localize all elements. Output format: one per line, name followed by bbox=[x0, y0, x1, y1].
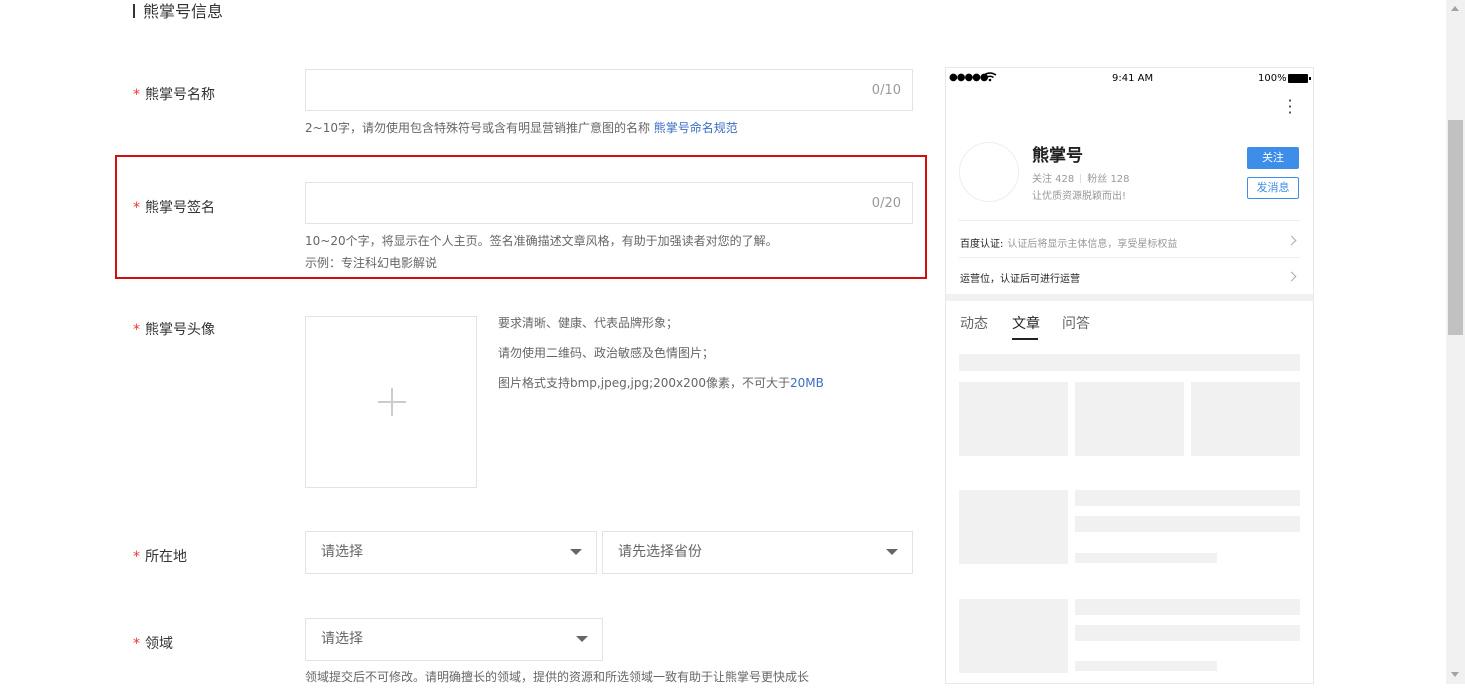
chevron-right-icon bbox=[1286, 271, 1297, 282]
name-input[interactable]: 0/10 bbox=[305, 69, 913, 111]
skeleton bbox=[1075, 625, 1300, 641]
tab-articles[interactable]: 文章 bbox=[1012, 313, 1040, 333]
chevron-down-icon bbox=[576, 636, 588, 642]
name-label: * 熊掌号名称 bbox=[133, 87, 215, 103]
follow-button[interactable]: 关注 bbox=[1247, 147, 1299, 169]
skeleton bbox=[1191, 382, 1300, 456]
profile-name: 熊掌号 bbox=[1032, 146, 1083, 166]
ops-row[interactable]: 运营位，认证后可进行运营 bbox=[960, 270, 1080, 285]
battery-icon bbox=[1288, 74, 1311, 83]
domain-hint: 领域提交后不可修改。请明确擅长的领域，提供的资源和所选领域一致有助于让熊掌号更快… bbox=[305, 670, 810, 684]
signature-input[interactable]: 0/20 bbox=[305, 182, 913, 224]
message-button[interactable]: 发消息 bbox=[1247, 177, 1299, 199]
skeleton bbox=[1075, 599, 1300, 615]
scrollbar-track[interactable] bbox=[1446, 0, 1465, 684]
signal-icon: ●●●●● bbox=[949, 72, 989, 83]
avatar bbox=[959, 142, 1019, 202]
location-label: * 所在地 bbox=[133, 549, 187, 565]
status-bar: ●●●●● 9:41 AM 100% bbox=[946, 68, 1313, 90]
city-select[interactable]: 请先选择省份 bbox=[602, 531, 913, 574]
tab-qa[interactable]: 问答 bbox=[1062, 313, 1090, 333]
divider bbox=[959, 257, 1300, 258]
skeleton bbox=[1075, 382, 1184, 456]
phone-preview: ●●●●● 9:41 AM 100% · · · 熊掌号 关注 428 粉丝 128 … bbox=[945, 67, 1314, 684]
skeleton bbox=[1075, 661, 1217, 671]
domain-label: * 领域 bbox=[133, 636, 173, 652]
divider bbox=[959, 220, 1300, 221]
more-icon[interactable]: · · · bbox=[1287, 93, 1293, 121]
avatar-requirements: 要求清晰、健康、代表品牌形象； 请勿使用二维码、政治敏感及色情图片； 图片格式支… bbox=[498, 316, 824, 390]
chevron-right-icon bbox=[1286, 235, 1297, 246]
skeleton bbox=[1075, 490, 1300, 506]
province-select[interactable]: 请选择 bbox=[305, 531, 597, 574]
status-time: 9:41 AM bbox=[1112, 73, 1154, 84]
naming-rules-link[interactable]: 熊掌号命名规范 bbox=[654, 121, 738, 135]
baidu-cert-row[interactable]: 百度认证: 认证后将显示主体信息，享受星标权益 bbox=[960, 235, 1177, 250]
signature-hint: 10~20个字，将显示在个人主页。签名准确描述文章风格，有助于加强读者对您的了解… bbox=[305, 234, 778, 248]
skeleton bbox=[959, 354, 1300, 371]
section-title: 熊掌号信息 bbox=[133, 0, 223, 22]
profile-motto: 让优质资源脱颖而出! bbox=[1032, 191, 1127, 202]
signature-label: * 熊掌号签名 bbox=[133, 200, 215, 216]
name-hint: 2~10字，请勿使用包含特殊符号或含有明显营销推广意图的名称 熊掌号命名规范 bbox=[305, 121, 738, 135]
signature-example: 示例：专注科幻电影解说 bbox=[305, 256, 438, 270]
tab-dynamic[interactable]: 动态 bbox=[960, 313, 988, 333]
name-counter: 0/10 bbox=[871, 83, 901, 98]
scroll-up-icon[interactable] bbox=[1451, 6, 1459, 11]
chevron-down-icon bbox=[570, 549, 582, 555]
battery-percent: 100% bbox=[1258, 73, 1287, 84]
scroll-down-icon[interactable] bbox=[1451, 672, 1459, 677]
skeleton bbox=[1075, 516, 1300, 532]
domain-select[interactable]: 请选择 bbox=[305, 618, 603, 661]
wifi-icon bbox=[983, 72, 997, 82]
tab-indicator bbox=[1012, 338, 1038, 340]
skeleton bbox=[959, 490, 1068, 564]
scrollbar-thumb[interactable] bbox=[1448, 120, 1463, 335]
chevron-down-icon bbox=[886, 549, 898, 555]
avatar-upload-button[interactable] bbox=[305, 316, 477, 488]
skeleton bbox=[1075, 553, 1217, 563]
skeleton bbox=[959, 599, 1068, 673]
avatar-label: * 熊掌号头像 bbox=[133, 322, 215, 338]
signature-counter: 0/20 bbox=[871, 196, 901, 211]
skeleton bbox=[959, 382, 1068, 456]
profile-stats: 关注 428 粉丝 128 bbox=[1032, 174, 1130, 185]
